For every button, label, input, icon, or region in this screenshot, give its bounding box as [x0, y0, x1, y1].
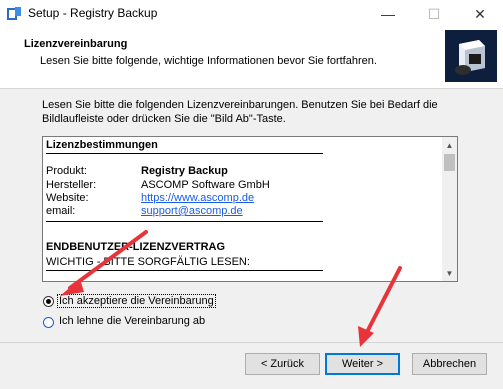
back-button[interactable]: < Zurück: [245, 353, 320, 375]
scroll-up-arrow-icon[interactable]: ▲: [442, 138, 457, 152]
license-product-value: Registry Backup: [141, 165, 228, 177]
page-subtitle: Lesen Sie bitte folgende, wichtige Infor…: [40, 55, 377, 67]
eula-heading: ENDBENUTZER-LIZENZVERTRAG: [46, 241, 226, 253]
instructions-line-1: Lesen Sie bitte die folgenden Lizenzvere…: [42, 99, 438, 111]
instructions-line-2: Bildlaufleiste oder drücken Sie die "Bil…: [42, 113, 286, 125]
cancel-button[interactable]: Abbrechen: [412, 353, 487, 375]
license-divider: [46, 221, 323, 222]
accept-radio-label[interactable]: Ich akzeptiere die Vereinbarung: [57, 294, 216, 308]
instructions-text: Lesen Sie bitte die folgenden Lizenzvere…: [42, 98, 462, 126]
license-heading: Lizenzbestimmungen: [46, 139, 158, 151]
registry-backup-logo-icon: [445, 30, 497, 82]
decline-radio[interactable]: [43, 317, 54, 328]
license-divider: [46, 153, 323, 154]
license-field-label: Website:: [46, 192, 89, 204]
maximize-button[interactable]: ☐: [411, 0, 457, 28]
scroll-thumb[interactable]: [444, 154, 455, 171]
website-link[interactable]: https://www.ascomp.de: [141, 192, 254, 204]
footer-divider: [0, 342, 503, 343]
license-field-label: email:: [46, 205, 76, 217]
decline-radio-label[interactable]: Ich lehne die Vereinbarung ab: [59, 315, 205, 327]
license-divider: [46, 270, 323, 271]
license-vendor-value: ASCOMP Software GmbH: [141, 179, 270, 191]
close-button[interactable]: ✕: [457, 0, 503, 28]
license-field-label: Produkt:: [46, 165, 87, 177]
eula-subheading: WICHTIG - BITTE SORGFÄLTIG LESEN:: [46, 256, 250, 268]
license-text-box[interactable]: Lizenzbestimmungen Produkt: Registry Bac…: [42, 136, 458, 282]
minimize-button[interactable]: —: [365, 0, 411, 28]
license-field-label: Hersteller:: [46, 179, 97, 191]
setup-app-icon: [7, 7, 21, 20]
page-title: Lizenzvereinbarung: [24, 38, 128, 50]
accept-radio[interactable]: [43, 296, 54, 307]
next-button[interactable]: Weiter >: [325, 353, 400, 375]
email-link[interactable]: support@ascomp.de: [141, 205, 243, 217]
window-title: Setup - Registry Backup: [28, 6, 158, 20]
scroll-down-arrow-icon[interactable]: ▼: [442, 266, 457, 280]
